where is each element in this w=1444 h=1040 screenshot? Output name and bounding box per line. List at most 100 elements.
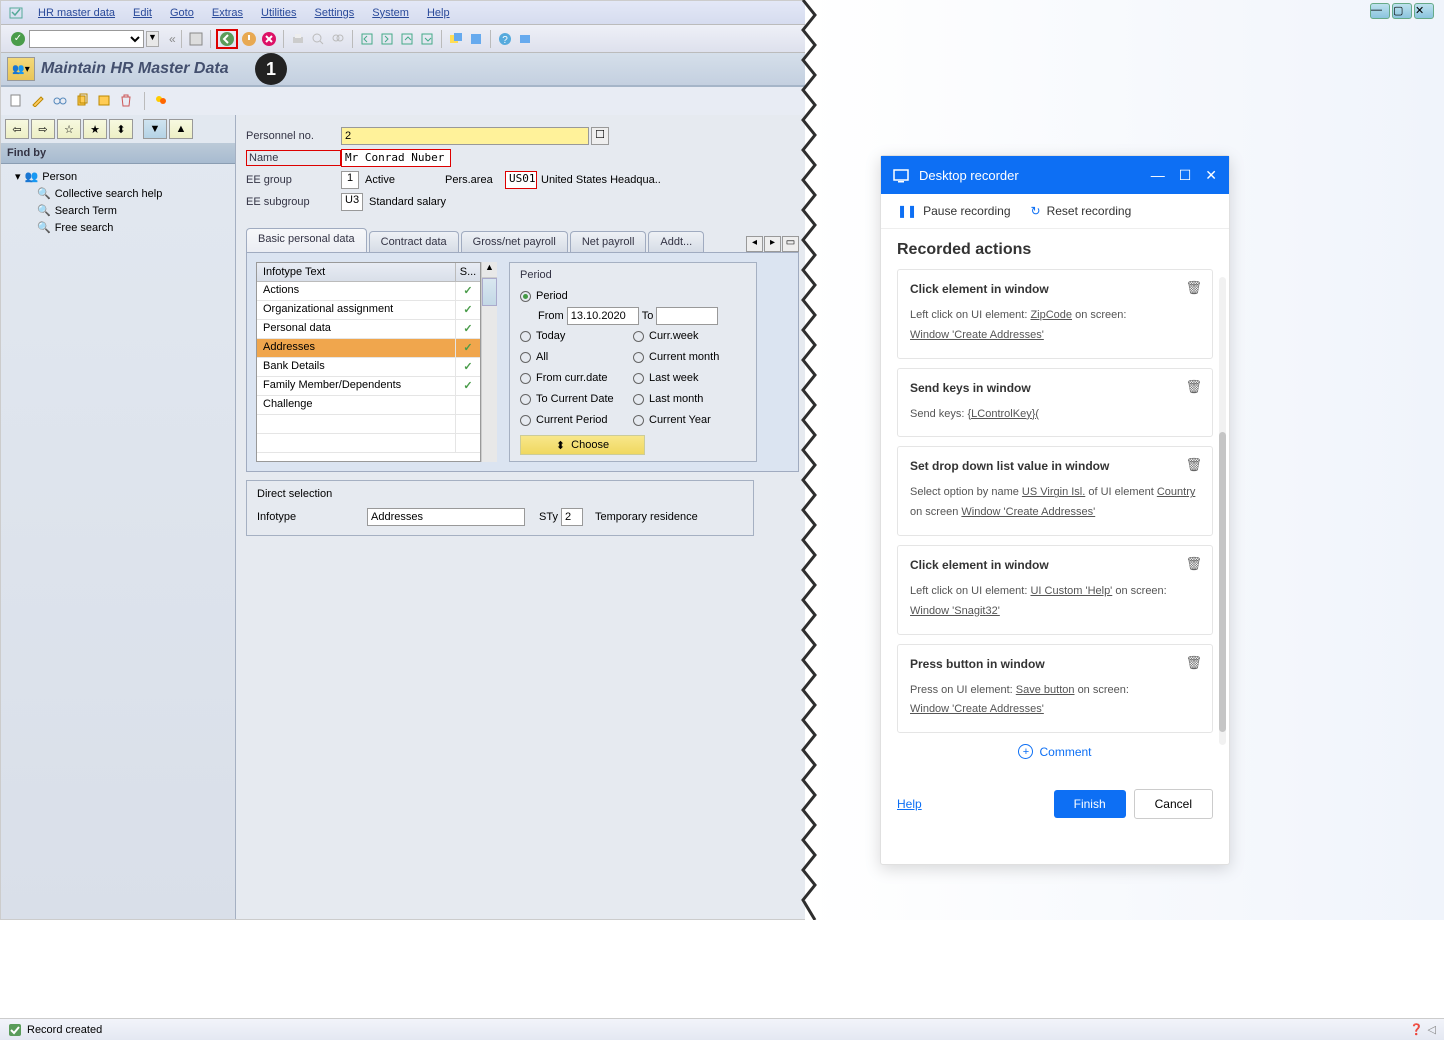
infotype-row-empty[interactable] <box>257 415 480 434</box>
to-input[interactable] <box>656 307 718 325</box>
search-help-icon[interactable]: ☐ <box>591 127 609 145</box>
recorder-scrollbar[interactable] <box>1219 277 1226 745</box>
pernr-input[interactable] <box>341 127 589 145</box>
edit-icon[interactable] <box>31 93 47 109</box>
add-comment[interactable]: + Comment <box>897 742 1213 767</box>
delete-action-icon[interactable]: 🗑 <box>1185 556 1202 572</box>
tab-basic-personal[interactable]: Basic personal data <box>246 228 367 252</box>
infotype-scrollbar[interactable]: ▲ <box>481 262 497 462</box>
menu-extras[interactable]: Extras <box>203 7 252 19</box>
reset-recording[interactable]: ↻ Reset recording <box>1031 204 1132 218</box>
menu-goto[interactable]: Goto <box>161 7 203 19</box>
delete-action-icon[interactable]: 🗑 <box>1185 280 1202 296</box>
infotype-hdr-s[interactable]: S... <box>456 263 480 281</box>
action-link[interactable]: Window 'Create Addresses' <box>910 329 1044 341</box>
help2-icon[interactable]: ? <box>496 30 514 48</box>
overview-icon[interactable] <box>154 93 170 109</box>
infotype-row-personal[interactable]: Personal data✓ <box>257 320 480 339</box>
rec-close-icon[interactable]: ✕ <box>1205 167 1217 184</box>
action-link[interactable]: Window 'Create Addresses' <box>961 506 1095 518</box>
radio-period[interactable] <box>520 291 531 302</box>
action-link[interactable]: {LControlKey}( <box>967 408 1039 420</box>
radio-last-week[interactable] <box>633 373 644 384</box>
ok-icon[interactable]: ✓ <box>9 30 27 48</box>
save-icon[interactable] <box>187 30 205 48</box>
nav-back-icon[interactable]: ⇦ <box>5 119 29 139</box>
action-link[interactable]: Save button <box>1016 684 1075 696</box>
tab-addt[interactable]: Addt... <box>648 231 704 252</box>
rec-maximize-icon[interactable]: ☐ <box>1179 167 1192 184</box>
infotype-row-bank[interactable]: Bank Details✓ <box>257 358 480 377</box>
action-link[interactable]: ZipCode <box>1030 309 1072 321</box>
delete-action-icon[interactable]: 🗑 <box>1185 457 1202 473</box>
action-link[interactable]: Country <box>1157 486 1196 498</box>
tab-contract[interactable]: Contract data <box>369 231 459 252</box>
maximize-icon[interactable]: ▢ <box>1392 3 1412 19</box>
status-arrow-icon[interactable]: ◁ <box>1428 1023 1436 1036</box>
layout-icon[interactable] <box>516 30 534 48</box>
nav-star2-icon[interactable]: ★ <box>83 119 107 139</box>
print-icon[interactable] <box>289 30 307 48</box>
action-link[interactable]: Window 'Create Addresses' <box>910 703 1044 715</box>
infotype-row-org[interactable]: Organizational assignment✓ <box>257 301 480 320</box>
dropdown-icon[interactable]: ▼ <box>146 31 159 47</box>
exit-icon[interactable] <box>240 30 258 48</box>
delete-action-icon[interactable]: 🗑 <box>1185 655 1202 671</box>
finish-button[interactable]: Finish <box>1054 790 1126 818</box>
find-icon[interactable] <box>309 30 327 48</box>
prev-page-icon[interactable] <box>378 30 396 48</box>
radio-curr-month[interactable] <box>633 352 644 363</box>
last-page-icon[interactable] <box>418 30 436 48</box>
infotype-row-challenge[interactable]: Challenge <box>257 396 480 415</box>
copy-icon[interactable] <box>75 93 91 109</box>
tree-item-free-search[interactable]: 🔍Free search <box>7 219 229 236</box>
nav-fwd-icon[interactable]: ⇨ <box>31 119 55 139</box>
tree-root-person[interactable]: ▾ 👥 Person <box>7 168 229 185</box>
menu-hr-master-data[interactable]: HR master data <box>29 7 124 19</box>
tab-net-payroll[interactable]: Net payroll <box>570 231 647 252</box>
infotype-row-actions[interactable]: Actions✓ <box>257 282 480 301</box>
tree-item-collective[interactable]: 🔍Collective search help <box>7 185 229 202</box>
menu-system[interactable]: System <box>363 7 418 19</box>
menu-settings[interactable]: Settings <box>306 7 364 19</box>
radio-curr-year[interactable] <box>633 415 644 426</box>
minimize-icon[interactable]: — <box>1370 3 1390 19</box>
new-session-icon[interactable] <box>447 30 465 48</box>
action-link[interactable]: Window 'Snagit32' <box>910 605 1000 617</box>
choose-button[interactable]: ⬍Choose <box>520 435 645 455</box>
infotype-row-addresses[interactable]: Addresses✓ <box>257 339 480 358</box>
menu-help[interactable]: Help <box>418 7 459 19</box>
back-button-highlighted[interactable] <box>216 29 238 49</box>
glasses-icon[interactable] <box>53 93 69 109</box>
next-page-icon[interactable] <box>398 30 416 48</box>
rec-minimize-icon[interactable]: — <box>1151 167 1165 184</box>
radio-curr-period[interactable] <box>520 415 531 426</box>
infotype-row-empty[interactable] <box>257 434 480 453</box>
help-link[interactable]: Help <box>897 797 922 811</box>
create-icon[interactable] <box>9 93 25 109</box>
back-double-icon[interactable]: « <box>169 32 176 46</box>
tree-item-search-term[interactable]: 🔍Search Term <box>7 202 229 219</box>
tab-scroll-left-icon[interactable]: ◂ <box>746 236 763 252</box>
infotype-input[interactable] <box>367 508 525 526</box>
nav-collapse-icon[interactable]: ▲ <box>169 119 193 139</box>
delimit-icon[interactable] <box>97 93 113 109</box>
findnext-icon[interactable] <box>329 30 347 48</box>
shortcut-icon[interactable] <box>467 30 485 48</box>
from-input[interactable] <box>567 307 639 325</box>
tab-gross-net[interactable]: Gross/net payroll <box>461 231 568 252</box>
pause-recording[interactable]: ❚❚ Pause recording <box>897 204 1011 218</box>
radio-curr-week[interactable] <box>633 331 644 342</box>
radio-today[interactable] <box>520 331 531 342</box>
close-icon[interactable]: ✕ <box>1414 3 1434 19</box>
first-page-icon[interactable] <box>358 30 376 48</box>
action-link[interactable]: US Virgin Isl. <box>1022 486 1085 498</box>
action-link[interactable]: UI Custom 'Help' <box>1030 585 1112 597</box>
radio-from-curr[interactable] <box>520 373 531 384</box>
infotype-hdr-text[interactable]: Infotype Text <box>257 263 456 281</box>
cancel-button[interactable]: Cancel <box>1134 789 1213 819</box>
infotype-row-family[interactable]: Family Member/Dependents✓ <box>257 377 480 396</box>
status-key-icon[interactable]: ❓ <box>1410 1023 1424 1036</box>
tab-scroll-right-icon[interactable]: ▸ <box>764 236 781 252</box>
radio-to-current[interactable] <box>520 394 531 405</box>
